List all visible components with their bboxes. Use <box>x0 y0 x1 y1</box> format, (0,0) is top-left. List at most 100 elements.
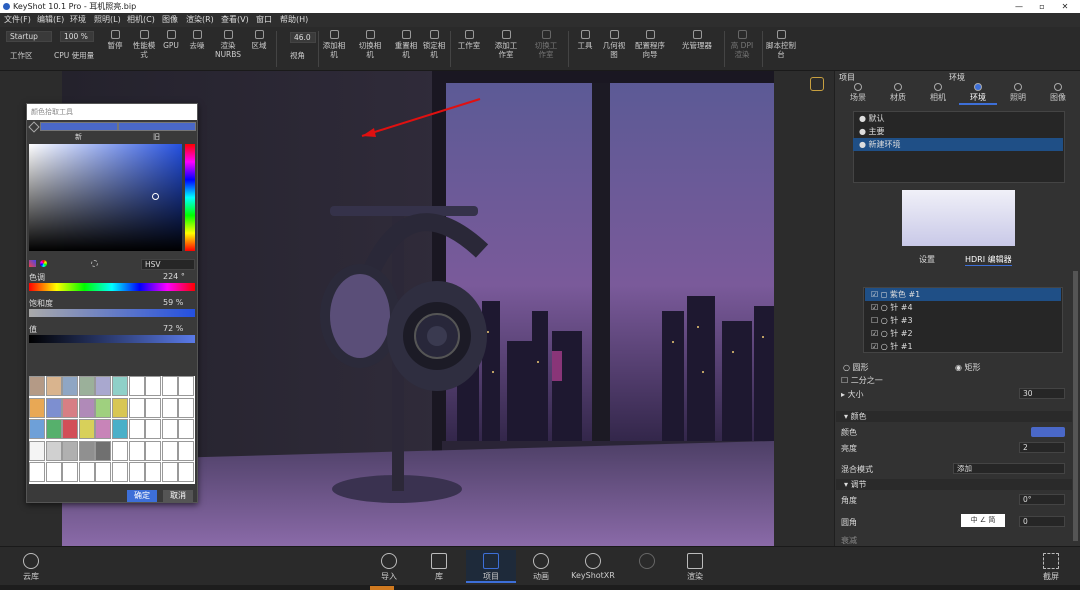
view-angle-button[interactable]: 视角 <box>290 51 305 60</box>
shape-rect-option[interactable]: ◉ 矩形 <box>955 362 981 373</box>
tab-image[interactable]: 图像 <box>1039 83 1077 103</box>
color-cursor[interactable] <box>152 193 159 200</box>
angle-input[interactable]: 0° <box>1019 494 1065 505</box>
pin-item-5[interactable]: ☑ ○ 针 #1 <box>865 340 1061 353</box>
color-swatch[interactable] <box>95 462 112 483</box>
render-settings-icon[interactable] <box>810 77 824 91</box>
value-slider[interactable] <box>29 335 195 343</box>
color-swatch[interactable] <box>62 462 79 483</box>
color-swatch[interactable] <box>29 397 45 418</box>
env-item-main[interactable]: ● 主要 <box>853 125 1063 138</box>
fov-input[interactable]: 46.0 <box>290 32 316 43</box>
render-button[interactable]: 渲染 <box>680 553 710 582</box>
color-swatch[interactable] <box>128 376 145 396</box>
color-swatch[interactable] <box>178 462 195 483</box>
add-camera-button[interactable]: 添加相机 <box>322 30 346 59</box>
library-button[interactable]: 库 <box>424 553 454 582</box>
saturation-slider[interactable] <box>29 309 195 317</box>
color-swatch[interactable] <box>78 397 95 418</box>
studio-button[interactable]: 工作室 <box>455 30 483 50</box>
ime-indicator[interactable]: 中 ∠ 简 <box>961 514 1005 527</box>
color-swatch[interactable] <box>178 440 195 461</box>
menu-file[interactable]: 文件(F) <box>4 13 31 27</box>
hdri-preview[interactable] <box>902 190 1015 246</box>
menu-camera[interactable]: 相机(C) <box>127 13 155 27</box>
color-swatch[interactable] <box>78 376 95 396</box>
color-swatch[interactable] <box>112 440 128 461</box>
brightness-input[interactable]: 2 <box>1019 442 1065 453</box>
color-swatch[interactable] <box>161 397 178 418</box>
cancel-button[interactable]: 取消 <box>163 490 193 502</box>
color-swatch[interactable] <box>95 397 112 418</box>
tab-environment[interactable]: 环境 <box>959 83 997 105</box>
keyshotxr-button[interactable]: KeyShotXR <box>570 553 616 580</box>
tools-button[interactable]: 工具 <box>574 30 596 50</box>
hue-strip[interactable] <box>185 144 195 251</box>
add-studio-button[interactable]: 添加工作室 <box>492 30 520 59</box>
pin-item-4[interactable]: ☑ ○ 针 #2 <box>865 327 1061 340</box>
color-swatch[interactable] <box>45 440 62 461</box>
color-swatch[interactable] <box>112 419 128 440</box>
menu-edit[interactable]: 编辑(E) <box>37 13 64 27</box>
hue-slider[interactable] <box>29 283 195 291</box>
color-swatch[interactable] <box>45 376 62 396</box>
color-swatch[interactable] <box>95 440 112 461</box>
saturation-value-square[interactable] <box>29 144 182 251</box>
cloud-library-button[interactable]: 云库 <box>16 553 46 582</box>
adjust-section-header[interactable]: ▾ 调节 <box>836 479 1072 490</box>
geometry-view-button[interactable]: 几何视图 <box>602 30 626 59</box>
workspace-select[interactable]: Startup <box>6 31 52 42</box>
workspace-button[interactable]: 工作区 <box>10 51 33 60</box>
color-swatch[interactable] <box>45 397 62 418</box>
tab-camera[interactable]: 相机 <box>919 83 957 103</box>
maximize-button[interactable]: ▫ <box>1036 0 1048 13</box>
minimize-button[interactable]: — <box>1013 0 1025 13</box>
pin-item-1[interactable]: ☑ ◻ 紫色 #1 <box>865 288 1061 301</box>
tab-scene[interactable]: 场景 <box>839 83 877 103</box>
color-swatch[interactable] <box>161 440 178 461</box>
color-swatch[interactable] <box>62 440 79 461</box>
color-swatch[interactable] <box>78 440 95 461</box>
configurator-wizard-button[interactable]: 配置程序向导 <box>632 30 668 59</box>
ok-button[interactable]: 确定 <box>127 490 157 502</box>
half-checkbox[interactable]: ☐ 二分之一 <box>841 375 883 386</box>
performance-mode-button[interactable]: 性能模式 <box>132 30 156 59</box>
color-swatch[interactable] <box>145 419 162 440</box>
menu-help[interactable]: 帮助(H) <box>280 13 308 27</box>
settings-gear-icon[interactable] <box>91 260 98 267</box>
reset-camera-button[interactable]: 重置相机 <box>394 30 418 59</box>
color-swatch[interactable] <box>145 440 162 461</box>
switch-studio-button[interactable]: 切换工作室 <box>532 30 560 59</box>
shape-circle-option[interactable]: ○ 圆形 <box>843 362 869 373</box>
script-console-button[interactable]: 脚本控制台 <box>766 30 796 59</box>
color-swatch[interactable] <box>45 419 62 440</box>
color-swatch[interactable] <box>78 419 95 440</box>
value-value[interactable]: 72 % <box>163 324 183 333</box>
color-swatch[interactable] <box>161 462 178 483</box>
size-input[interactable]: 30 <box>1019 388 1065 399</box>
screenshot-button[interactable]: 截屏 <box>1036 553 1066 582</box>
menu-lighting[interactable]: 照明(L) <box>94 13 121 27</box>
panel-scrollbar[interactable] <box>1073 271 1078 541</box>
gpu-button[interactable]: GPU <box>160 30 182 50</box>
pin-item-3[interactable]: ☐ ○ 针 #3 <box>865 314 1061 327</box>
menu-environment[interactable]: 环境 <box>70 13 86 27</box>
subtab-settings[interactable]: 设置 <box>919 254 935 265</box>
color-wheel-icon[interactable] <box>40 260 47 267</box>
color-swatch[interactable] <box>112 462 128 483</box>
cpu-usage-select[interactable]: 100 % <box>60 31 94 42</box>
pause-button[interactable]: 暂停 <box>104 30 126 50</box>
animation-button[interactable]: 动画 <box>526 553 556 582</box>
tab-material[interactable]: 材质 <box>879 83 917 103</box>
project-button[interactable]: 项目 <box>466 550 516 583</box>
color-swatch[interactable] <box>95 419 112 440</box>
color-swatch[interactable] <box>145 397 162 418</box>
cpu-usage-button[interactable]: CPU 使用量 <box>54 51 94 60</box>
menu-view[interactable]: 查看(V) <box>221 13 249 27</box>
color-swatch[interactable] <box>45 462 62 483</box>
color-swatch[interactable] <box>178 419 195 440</box>
color-swatch[interactable] <box>62 397 79 418</box>
env-item-default[interactable]: ● 默认 <box>853 112 1063 125</box>
color-swatch[interactable] <box>128 462 145 483</box>
pin-item-2[interactable]: ☑ ○ 针 #4 <box>865 301 1061 314</box>
